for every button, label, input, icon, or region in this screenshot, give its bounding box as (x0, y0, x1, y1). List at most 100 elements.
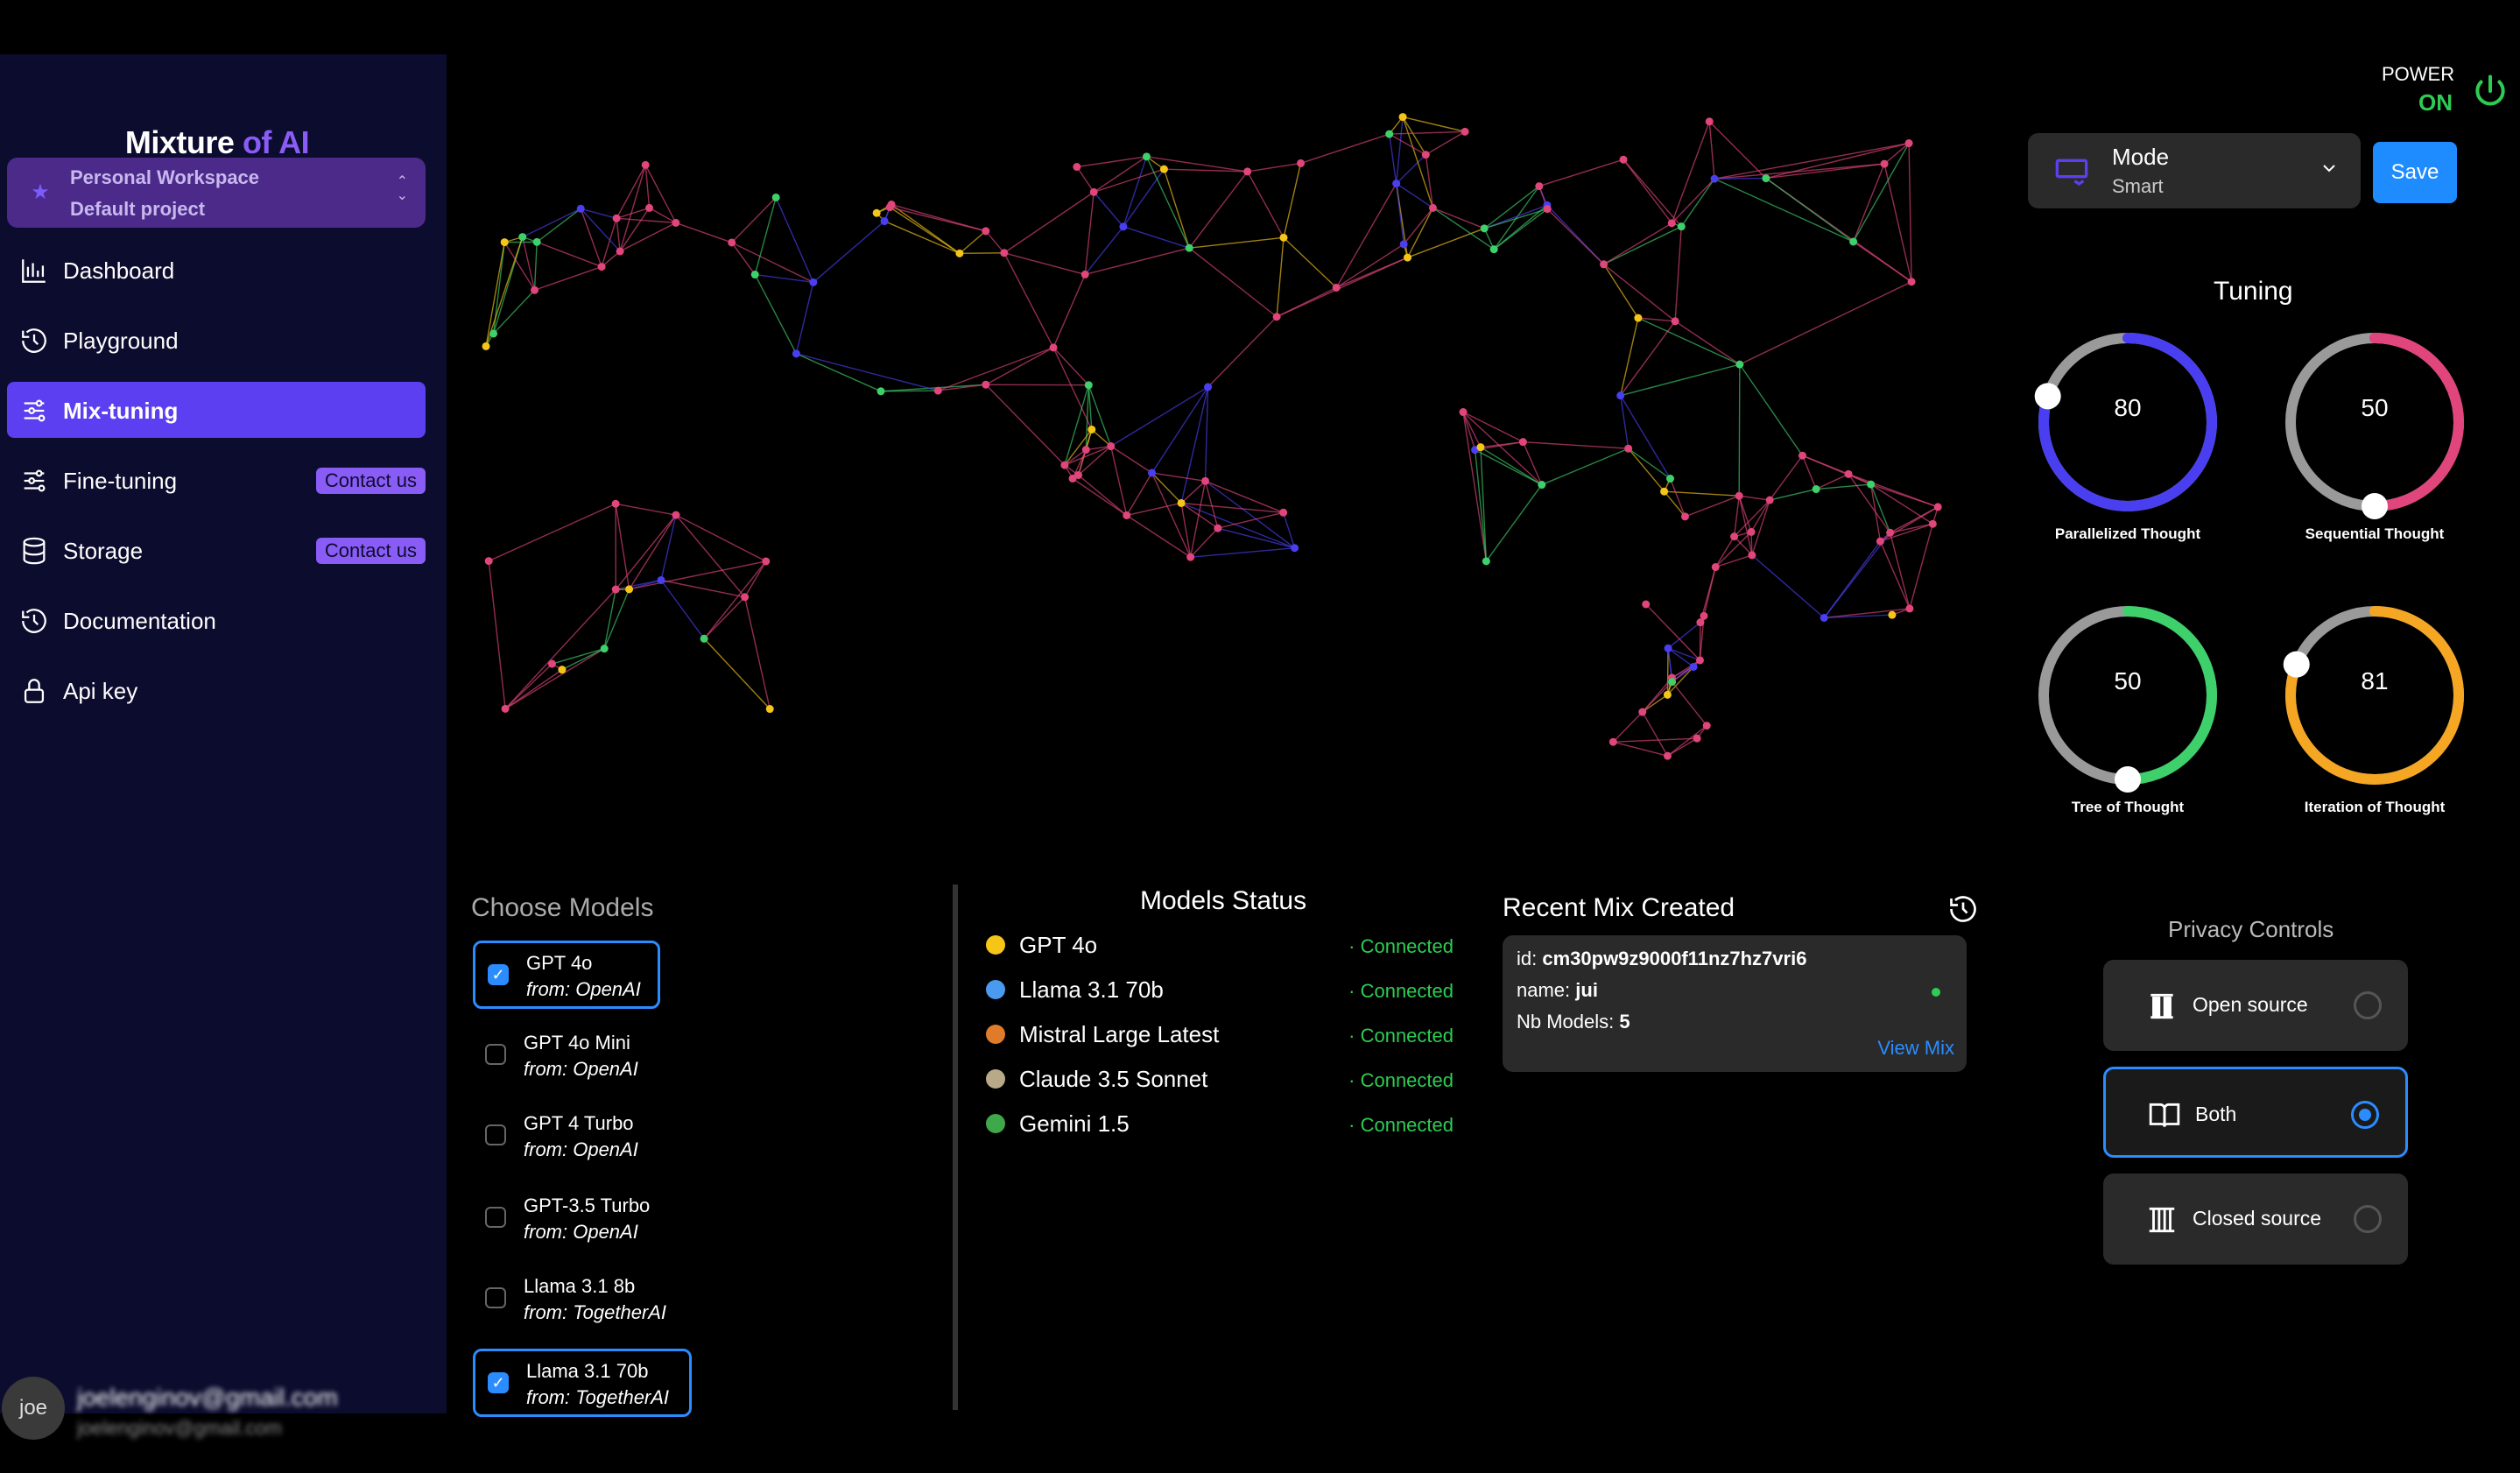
history-icon[interactable] (1947, 893, 1979, 925)
network-edge (754, 274, 798, 355)
dial-handle (2362, 493, 2388, 519)
tuning-dial[interactable]: 81 Iteration of Thought (2270, 597, 2480, 825)
model-option[interactable]: GPT 4 Turbo from: OpenAI (473, 1103, 660, 1172)
mode-select[interactable]: Mode Smart (2028, 133, 2361, 208)
network-edge (1853, 143, 1910, 243)
network-edge (1110, 446, 1128, 516)
closed-source-icon (2149, 1207, 2175, 1233)
network-edge (795, 282, 814, 355)
sidebar-item-api-key[interactable]: Api key (7, 662, 426, 718)
sidebar-item-dashboard[interactable]: Dashboard (7, 242, 426, 298)
model-name: Llama 3.1 8b (524, 1275, 636, 1297)
recent-mix-card[interactable]: id: cm30pw9z9000f11nz7hz7vri6 name: jui … (1503, 935, 1967, 1072)
network-node (625, 585, 634, 594)
privacy-radio[interactable] (2354, 1205, 2382, 1233)
tuning-dial[interactable]: 80 Parallelized Thought (2023, 324, 2233, 552)
network-node (501, 704, 510, 713)
power-icon[interactable] (2471, 72, 2509, 110)
network-edge (1602, 264, 1639, 319)
network-node (1820, 613, 1828, 622)
model-checkbox[interactable] (485, 1207, 506, 1228)
network-edge (1110, 386, 1208, 448)
sidebar-item-documentation[interactable]: Documentation (7, 592, 426, 648)
network-edge (1052, 274, 1086, 349)
network-edge (1685, 495, 1740, 518)
network-edge (615, 503, 677, 516)
network-node (1404, 253, 1412, 262)
privacy-option[interactable]: Closed source (2103, 1173, 2408, 1265)
mix-id: cm30pw9z9000f11nz7hz7vri6 (1542, 948, 1807, 969)
tuning-dial[interactable]: 50 Sequential Thought (2270, 324, 2480, 552)
save-button[interactable]: Save (2373, 142, 2457, 203)
network-node (576, 204, 585, 213)
network-edge (1276, 237, 1285, 317)
workspace-selector[interactable]: ★ Personal Workspace Default project ⌃ ⌄ (7, 158, 426, 228)
network-node (1735, 491, 1743, 500)
contact-us-badge[interactable]: Contact us (315, 538, 426, 564)
model-option[interactable]: GPT-3.5 Turbo from: OpenAI (473, 1186, 660, 1254)
network-edge (1190, 527, 1219, 558)
view-mix-link[interactable]: View Mix (1877, 1037, 1954, 1060)
network-edge (1189, 236, 1285, 249)
model-checkbox[interactable] (485, 1287, 506, 1308)
privacy-controls-title: Privacy Controls (2168, 916, 2334, 942)
network-edge (601, 218, 617, 267)
network-edge (1674, 226, 1682, 321)
model-provider: from: OpenAI (524, 1058, 638, 1080)
model-option[interactable]: Llama 3.1 8b from: TogetherAI (473, 1266, 692, 1335)
model-checkbox[interactable] (485, 1124, 506, 1145)
model-status-dot (986, 1114, 1005, 1133)
network-node (1812, 485, 1820, 494)
network-node (1538, 481, 1546, 490)
privacy-radio[interactable] (2351, 1101, 2379, 1129)
privacy-option[interactable]: Open source (2103, 960, 2408, 1051)
network-edge (619, 208, 651, 252)
sidebar-item-playground[interactable]: Playground (7, 312, 426, 368)
sidebar-item-storage[interactable]: Storage Contact us (7, 522, 426, 578)
tuning-dial[interactable]: 50 Tree of Thought (2023, 597, 2233, 825)
network-edge (1620, 363, 1741, 397)
network-edge (580, 208, 602, 267)
network-edge (1541, 448, 1629, 486)
mix-nb: 5 (1619, 1011, 1630, 1033)
model-checkbox[interactable]: ✓ (488, 1372, 509, 1393)
sidebar-item-fine-tuning[interactable]: Fine-tuning Contact us (7, 452, 426, 508)
model-option[interactable]: GPT 4o Mini from: OpenAI (473, 1023, 660, 1091)
network-edge (1123, 168, 1165, 228)
network-node (489, 329, 498, 338)
network-node (1074, 471, 1083, 479)
network-edge (1406, 208, 1434, 258)
privacy-option-label: Open source (2193, 993, 2308, 1016)
network-node (1710, 174, 1719, 183)
network-edge (1204, 386, 1209, 482)
privacy-option[interactable]: Both (2103, 1067, 2408, 1158)
model-status-dot (986, 980, 1005, 999)
network-node (1272, 313, 1281, 321)
network-node (1642, 600, 1651, 609)
dial-label: Iteration of Thought (2304, 799, 2446, 815)
privacy-radio[interactable] (2354, 991, 2382, 1019)
user-profile[interactable]: joe joelenginov@gmail.com joelenginov@gm… (0, 1377, 447, 1447)
network-node (1123, 511, 1131, 519)
sidebar-item-mix-tuning[interactable]: Mix-tuning (7, 382, 426, 438)
network-node (762, 557, 771, 566)
network-edge (1483, 208, 1548, 229)
network-edge (1738, 364, 1741, 497)
network-edge (485, 236, 524, 347)
model-checkbox[interactable] (485, 1044, 506, 1065)
model-status-name: Mistral Large Latest (1019, 1021, 1220, 1047)
network-edge (1084, 226, 1124, 275)
contact-us-badge[interactable]: Contact us (315, 468, 426, 494)
network-edge (1084, 192, 1095, 275)
network-node (1060, 461, 1069, 469)
model-option[interactable]: ✓ Llama 3.1 70b from: TogetherAI (473, 1349, 692, 1417)
network-edge (1714, 177, 1766, 180)
network-node (1535, 182, 1544, 191)
network-node (1616, 391, 1625, 400)
network-edge (1672, 659, 1700, 683)
network-edge (1739, 363, 1804, 456)
model-checkbox[interactable]: ✓ (488, 964, 509, 985)
network-node (885, 203, 894, 212)
model-option[interactable]: ✓ GPT 4o from: OpenAI (473, 941, 660, 1009)
network-edge (488, 560, 506, 709)
